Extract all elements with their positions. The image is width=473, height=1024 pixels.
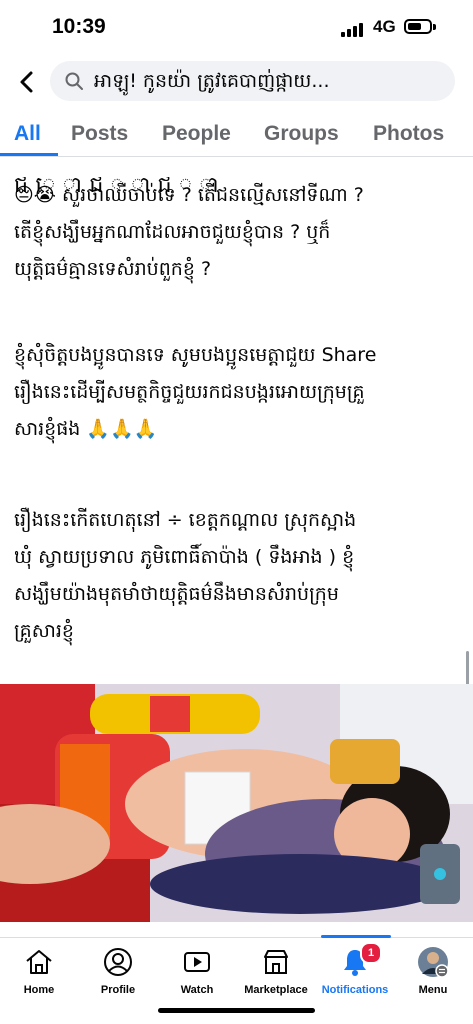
nav-notifications-label: Notifications bbox=[321, 984, 389, 996]
marketplace-icon bbox=[264, 950, 288, 974]
post-text-line: 😔😭 សួរថាឈឺចាប់ទេ ? តើជនល្មើសនៅទីណា ? bbox=[14, 184, 364, 206]
nav-menu-label: Menu bbox=[418, 984, 448, 996]
notification-count-badge: 1 bbox=[360, 942, 382, 964]
battery-icon bbox=[404, 19, 432, 34]
post-paragraph-1: 😔😭 សួរថាឈឺចាប់ទេ ? តើជនល្មើសនៅទីណា ? តើខ… bbox=[14, 177, 439, 288]
nav-home[interactable]: Home bbox=[0, 946, 84, 996]
back-button[interactable] bbox=[12, 64, 42, 100]
chevron-left-icon bbox=[20, 71, 33, 93]
post-text-line: សង្ឃឹមយ៉ាងមុតមាំថាយុត្តិធម៌នឹងមានសំរាប់ក… bbox=[14, 583, 339, 605]
post-text-line: រឿងនេះដើម្បីសមត្ថកិច្ចជួយរកជនបង្ករអោយក្រ… bbox=[14, 381, 365, 403]
tab-posts[interactable]: Posts bbox=[71, 122, 128, 146]
tab-photos[interactable]: Photos bbox=[373, 122, 444, 146]
post-text-line: យុត្តិធម៌គ្មានទេសំរាប់ពួកខ្ញុំ ? bbox=[14, 258, 212, 280]
post-text-line: តើខ្ញុំសង្ឃឹមអ្នកណាដែលអាចជួយខ្ញុំបាន ? ឬ… bbox=[14, 221, 331, 243]
menu-avatar-icon bbox=[418, 947, 449, 978]
status-time: 10:39 bbox=[52, 15, 106, 38]
post-photo-image bbox=[0, 684, 473, 922]
tab-all[interactable]: All bbox=[14, 122, 41, 146]
nav-marketplace[interactable]: Marketplace bbox=[231, 946, 321, 996]
active-nav-indicator bbox=[321, 935, 391, 938]
network-type: 4G bbox=[373, 17, 396, 36]
nav-profile-label: Profile bbox=[100, 984, 136, 996]
search-icon bbox=[65, 72, 83, 90]
post-paragraph-3: រឿងនេះកើតហេតុនៅ ÷ ខេត្តកណ្តាល ស្រុកស្អាង… bbox=[14, 502, 439, 650]
profile-icon bbox=[104, 948, 132, 976]
search-filter-tabs: All Posts People Groups Photos bbox=[0, 116, 473, 156]
status-bar: 10:39 4G bbox=[0, 0, 473, 56]
nav-menu[interactable]: Menu bbox=[388, 946, 473, 996]
nav-watch-label: Watch bbox=[180, 984, 214, 996]
post-text-line: រឿងនេះកើតហេតុនៅ ÷ ខេត្តកណ្តាល ស្រុកស្អាង bbox=[14, 509, 357, 531]
nav-profile[interactable]: Profile bbox=[73, 946, 163, 996]
watch-video-icon bbox=[184, 952, 210, 972]
nav-notifications[interactable]: Notifications bbox=[310, 946, 400, 996]
post-text-line: ឃុំ ស្វាយប្រទាល ភូមិពោធិ៍តាប៉ាង ( ទឹងអាង… bbox=[14, 546, 355, 568]
post-paragraph-2: ខ្ញុំសុំចិត្តបងប្អូនបានទេ សូមបងប្អូនមេត្… bbox=[14, 337, 439, 448]
tab-people[interactable]: People bbox=[162, 122, 231, 146]
home-icon bbox=[26, 950, 52, 974]
search-query: អាឡូ! កូនយ៉ា ត្រូវគេបាញ់ផ្កាយ... bbox=[94, 70, 330, 92]
battery-tip bbox=[433, 24, 436, 30]
post-photo[interactable] bbox=[0, 684, 473, 922]
nav-watch[interactable]: Watch bbox=[152, 946, 242, 996]
nav-marketplace-label: Marketplace bbox=[244, 984, 308, 996]
post-text-line: ខ្ញុំសុំចិត្តបងប្អូនបានទេ សូមបងប្អូនមេត្… bbox=[14, 344, 377, 366]
post-text-line: គ្រួសារខ្ញុំ bbox=[14, 620, 74, 642]
post-text-line: សារខ្ញុំផង 🙏🙏🙏 bbox=[14, 418, 158, 440]
cellular-signal-icon bbox=[341, 21, 367, 37]
nav-divider bbox=[0, 937, 473, 938]
nav-home-label: Home bbox=[23, 984, 55, 996]
search-input[interactable]: អាឡូ! កូនយ៉ា ត្រូវគេបាញ់ផ្កាយ... bbox=[50, 61, 455, 101]
search-header: អាឡូ! កូនយ៉ា ត្រូវគេបាញ់ផ្កាយ... bbox=[0, 60, 473, 104]
tab-groups[interactable]: Groups bbox=[264, 122, 339, 146]
post-content: ជ ែ ា ជ ិ ា ជ ិ ា 😔😭 សួរថាឈឺចាប់ទេ ? តើជ… bbox=[0, 157, 473, 680]
home-indicator bbox=[158, 1008, 315, 1013]
